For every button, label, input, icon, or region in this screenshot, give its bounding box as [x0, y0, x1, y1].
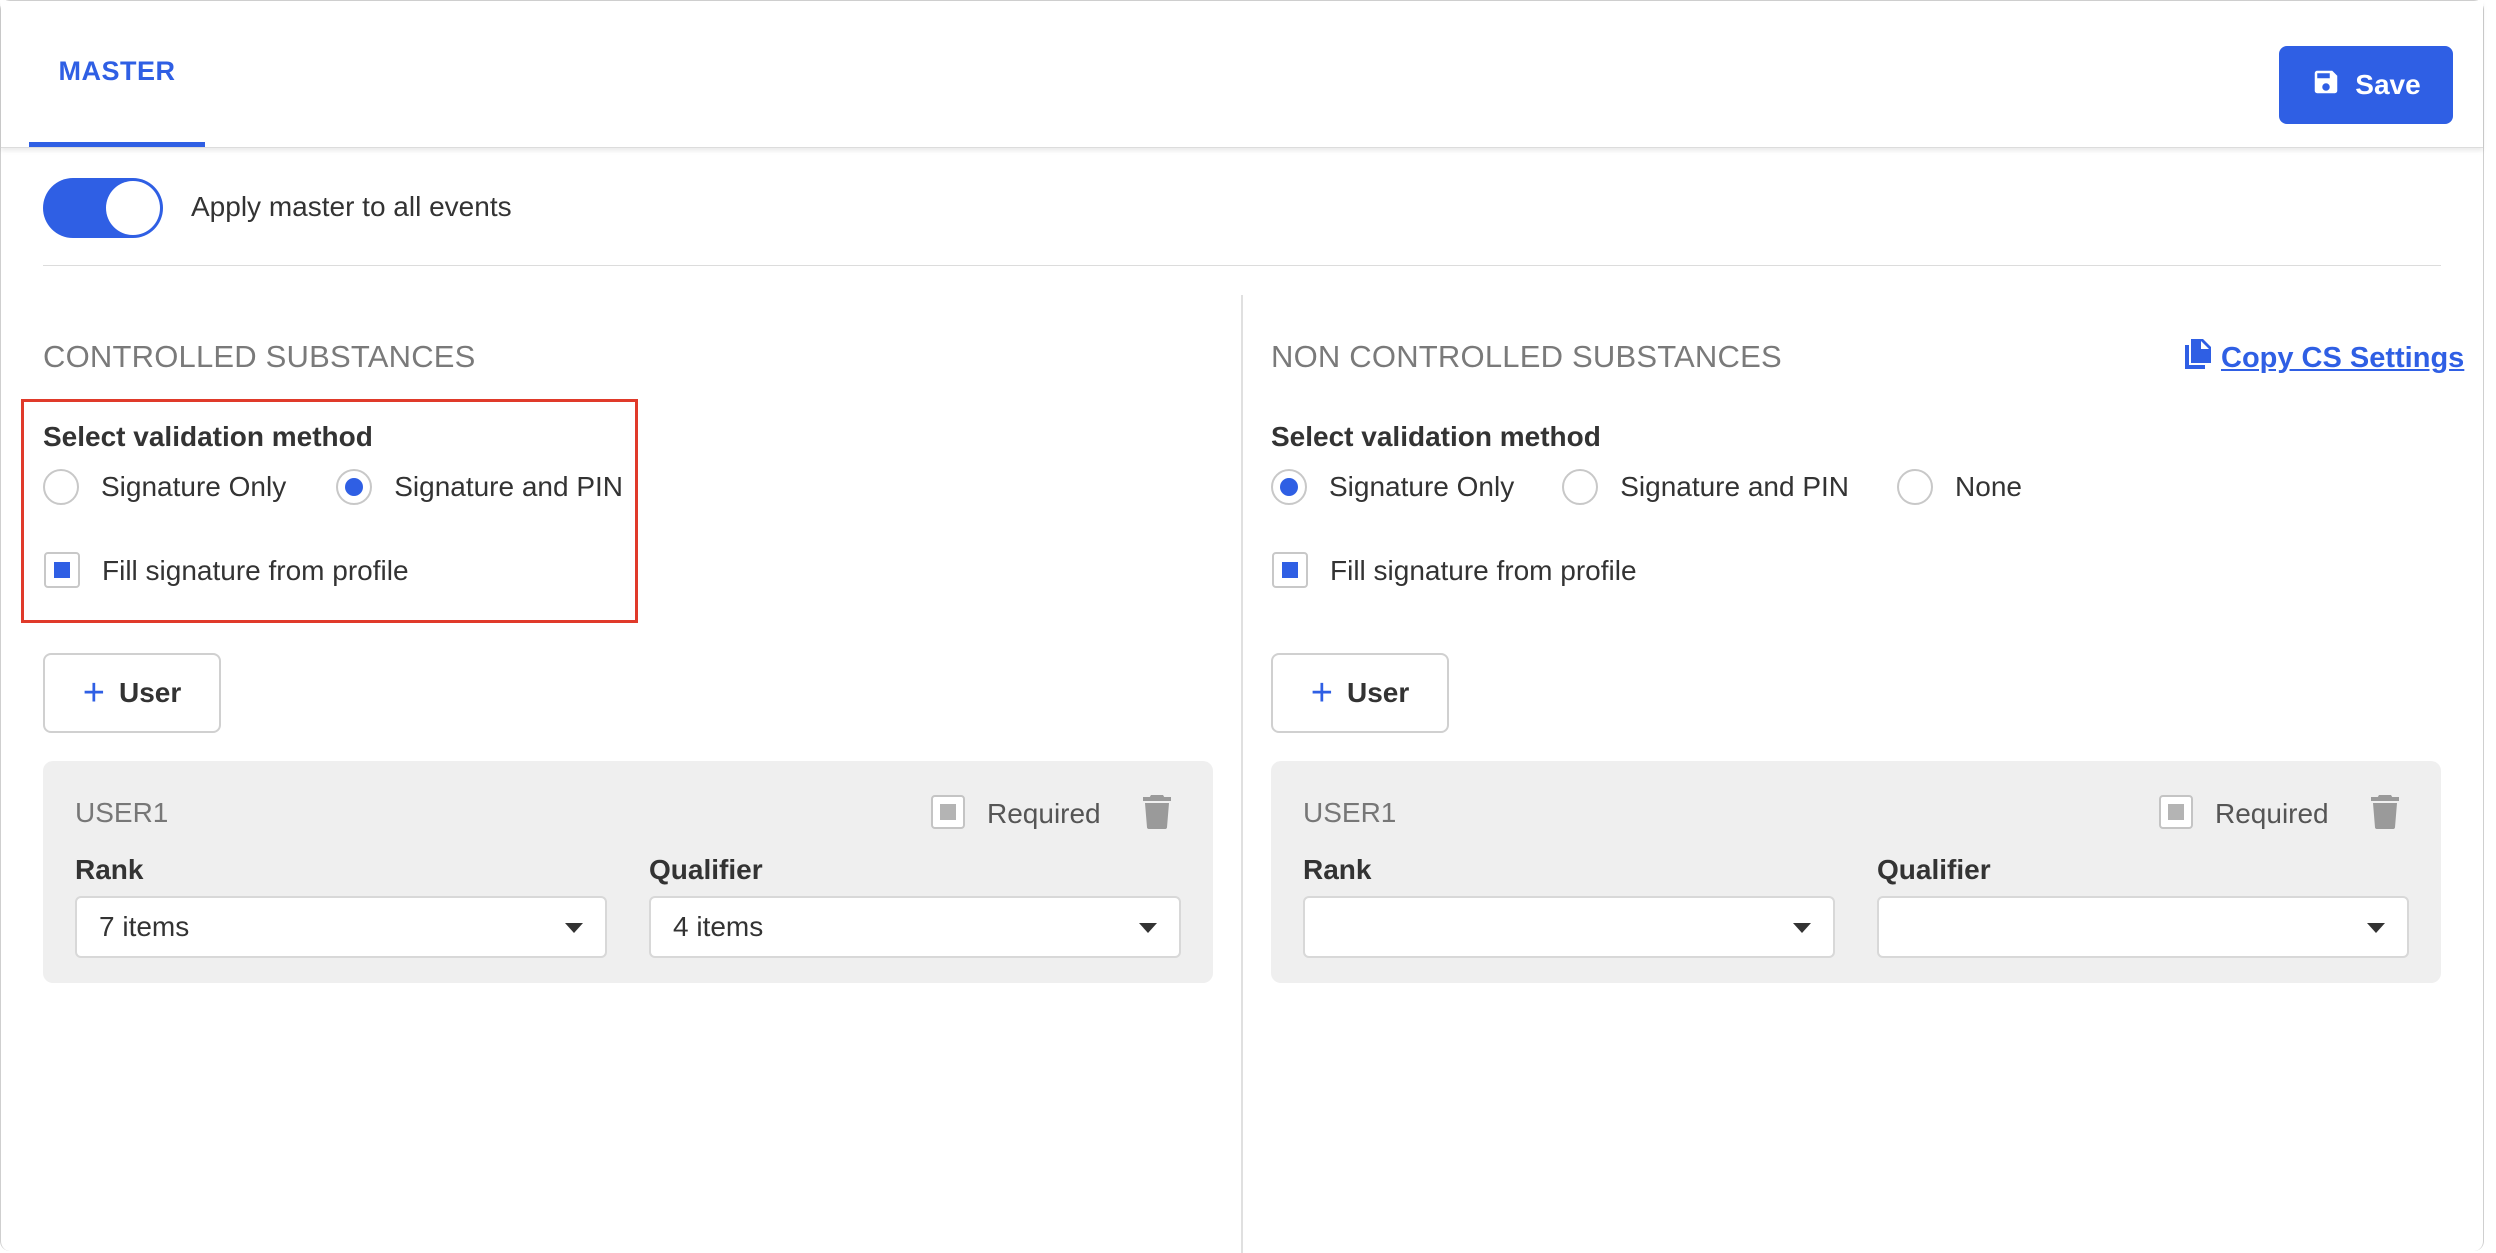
required-label: Required	[987, 798, 1101, 829]
trash-icon[interactable]	[2371, 795, 2399, 834]
qualifier-select[interactable]: 4 items	[649, 896, 1181, 958]
option-label: Signature Only	[101, 471, 287, 502]
cs-validation-label: Select validation method	[43, 421, 373, 452]
radio-button-selected[interactable]	[336, 469, 373, 505]
cs-fill-signature-checkbox[interactable]	[44, 552, 80, 588]
rank-label: Rank	[75, 854, 144, 885]
tab-master[interactable]: MASTER	[29, 1, 205, 147]
ncs-option-signature-only[interactable]: Signature Only	[1271, 469, 1514, 505]
ncs-user-card: USER1 Required Rank Qualifier	[1271, 761, 2441, 983]
ncs-option-none[interactable]: None	[1897, 469, 2022, 505]
option-label: Signature and PIN	[1620, 471, 1850, 502]
copy-cs-settings-label: Copy CS Settings	[2221, 341, 2465, 374]
cs-option-signature-only[interactable]: Signature Only	[43, 469, 286, 505]
caret-down-icon	[1793, 923, 1811, 933]
column-divider	[1241, 295, 1243, 1253]
qualifier-value: 4 items	[673, 911, 764, 942]
ncs-option-signature-pin[interactable]: Signature and PIN	[1562, 469, 1849, 505]
radio-button[interactable]	[1897, 469, 1934, 505]
ncs-fill-signature-label: Fill signature from profile	[1330, 555, 1637, 586]
qualifier-label: Qualifier	[1877, 854, 1991, 885]
ncs-validation-label: Select validation method	[1271, 421, 1601, 452]
caret-down-icon	[2367, 923, 2385, 933]
rank-select[interactable]: 7 items	[75, 896, 607, 958]
user-name: USER1	[75, 797, 169, 828]
ncs-section-title: NON CONTROLLED SUBSTANCES	[1271, 339, 1782, 374]
apply-master-toggle[interactable]	[43, 178, 163, 238]
radio-button-selected[interactable]	[1271, 469, 1307, 505]
add-user-label: User	[118, 677, 182, 708]
divider	[43, 265, 2441, 266]
ncs-fill-signature-checkbox[interactable]	[1272, 552, 1308, 588]
rank-label: Rank	[1303, 854, 1372, 885]
cs-add-user-button[interactable]: + User	[43, 653, 221, 733]
ncs-validation-options: Signature Only Signature and PIN None	[1271, 469, 2022, 505]
ncs-add-user-button[interactable]: + User	[1271, 653, 1449, 733]
cs-option-signature-pin[interactable]: Signature and PIN	[336, 469, 623, 505]
caret-down-icon	[565, 923, 583, 933]
save-label: Save	[2355, 69, 2421, 100]
save-button[interactable]: Save	[2279, 46, 2453, 124]
toggle-knob	[106, 181, 160, 235]
option-label: None	[1955, 471, 2022, 502]
radio-button[interactable]	[1562, 469, 1599, 505]
app-frame: MASTER Save Apply master to all events C…	[0, 0, 2484, 1253]
cs-section-title: CONTROLLED SUBSTANCES	[43, 339, 476, 374]
apply-master-label: Apply master to all events	[191, 191, 512, 222]
trash-icon[interactable]	[1143, 795, 1171, 834]
caret-down-icon	[1139, 923, 1157, 933]
qualifier-label: Qualifier	[649, 854, 763, 885]
cs-fill-signature-label: Fill signature from profile	[102, 555, 409, 586]
copy-icon	[2185, 339, 2211, 377]
save-icon	[2311, 67, 2341, 104]
add-user-label: User	[1346, 677, 1410, 708]
plus-icon: +	[82, 672, 105, 714]
user-name: USER1	[1303, 797, 1397, 828]
required-checkbox[interactable]	[2159, 795, 2193, 829]
copy-cs-settings-link[interactable]: Copy CS Settings	[2185, 339, 2464, 377]
radio-button[interactable]	[43, 469, 79, 505]
rank-select[interactable]	[1303, 896, 1835, 958]
plus-icon: +	[1310, 672, 1333, 714]
required-checkbox[interactable]	[931, 795, 965, 829]
cs-user-card: USER1 Required Rank Qualifier 7 items 4 …	[43, 761, 1213, 983]
qualifier-select[interactable]	[1877, 896, 2409, 958]
rank-value: 7 items	[99, 911, 190, 942]
option-label: Signature and PIN	[394, 471, 624, 502]
cs-validation-options: Signature Only Signature and PIN	[43, 469, 623, 505]
tab-master-label: MASTER	[58, 56, 176, 86]
option-label: Signature Only	[1329, 471, 1515, 502]
required-label: Required	[2215, 798, 2329, 829]
top-bar: MASTER Save	[1, 1, 2483, 148]
